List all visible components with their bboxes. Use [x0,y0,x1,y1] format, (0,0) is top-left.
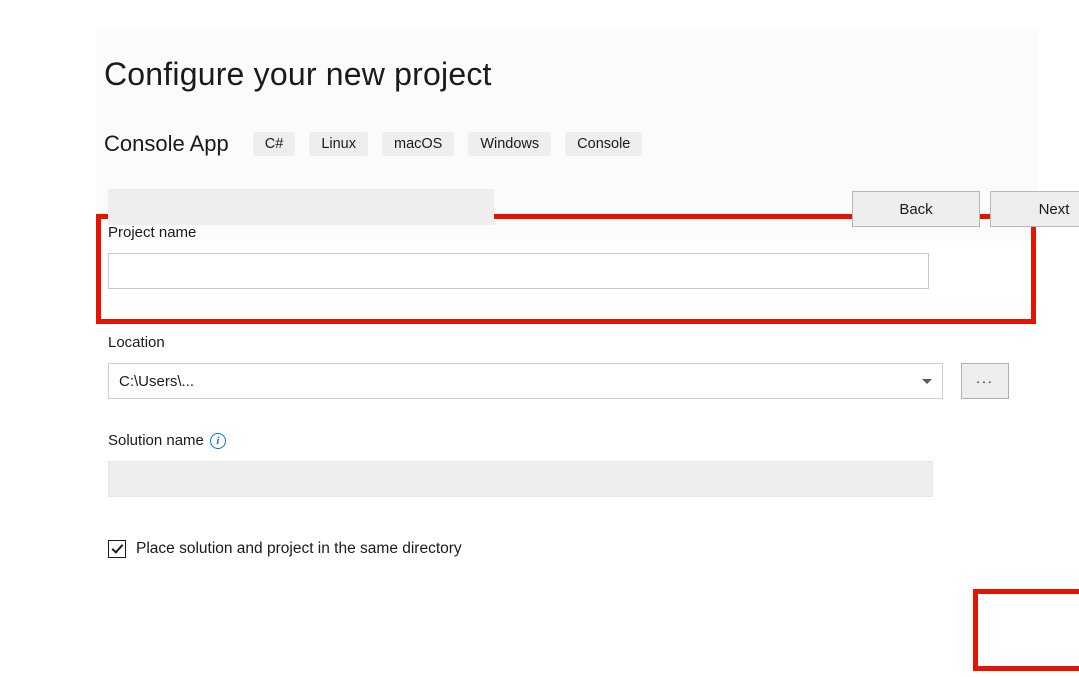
next-button[interactable]: Next [990,191,1079,227]
info-icon[interactable]: i [210,433,226,449]
tag-windows: Windows [468,132,551,156]
location-field-group: Location C:\Users\... ... [108,334,1024,399]
template-name: Console App [104,131,229,157]
page-title: Configure your new project [104,56,1038,93]
project-name-input[interactable] [108,253,929,289]
solution-name-input [108,461,933,497]
solution-name-label: Solution name i [108,432,1024,449]
solution-name-field-group: Solution name i [108,432,1024,497]
checkmark-icon [111,541,123,553]
back-button[interactable]: Back [852,191,980,227]
location-label: Location [108,334,1024,351]
tag-csharp: C# [253,132,296,156]
browse-button[interactable]: ... [961,363,1009,399]
location-dropdown[interactable]: C:\Users\... [108,363,943,399]
footer-status-bar [108,189,494,225]
chevron-down-icon [922,379,932,384]
template-info-row: Console App C# Linux macOS Windows Conso… [104,131,1038,157]
project-name-field-group: Project name [108,224,1024,289]
same-directory-checkbox[interactable] [108,540,126,558]
highlight-next-button [973,589,1079,671]
same-directory-label: Place solution and project in the same d… [136,540,462,558]
navigation-buttons: Back Next [852,191,1079,227]
same-directory-checkbox-row[interactable]: Place solution and project in the same d… [108,540,462,558]
tag-linux: Linux [309,132,368,156]
tag-console: Console [565,132,642,156]
configure-project-dialog: Configure your new project Console App C… [96,28,1038,241]
tag-macos: macOS [382,132,454,156]
location-value: C:\Users\... [119,373,194,390]
